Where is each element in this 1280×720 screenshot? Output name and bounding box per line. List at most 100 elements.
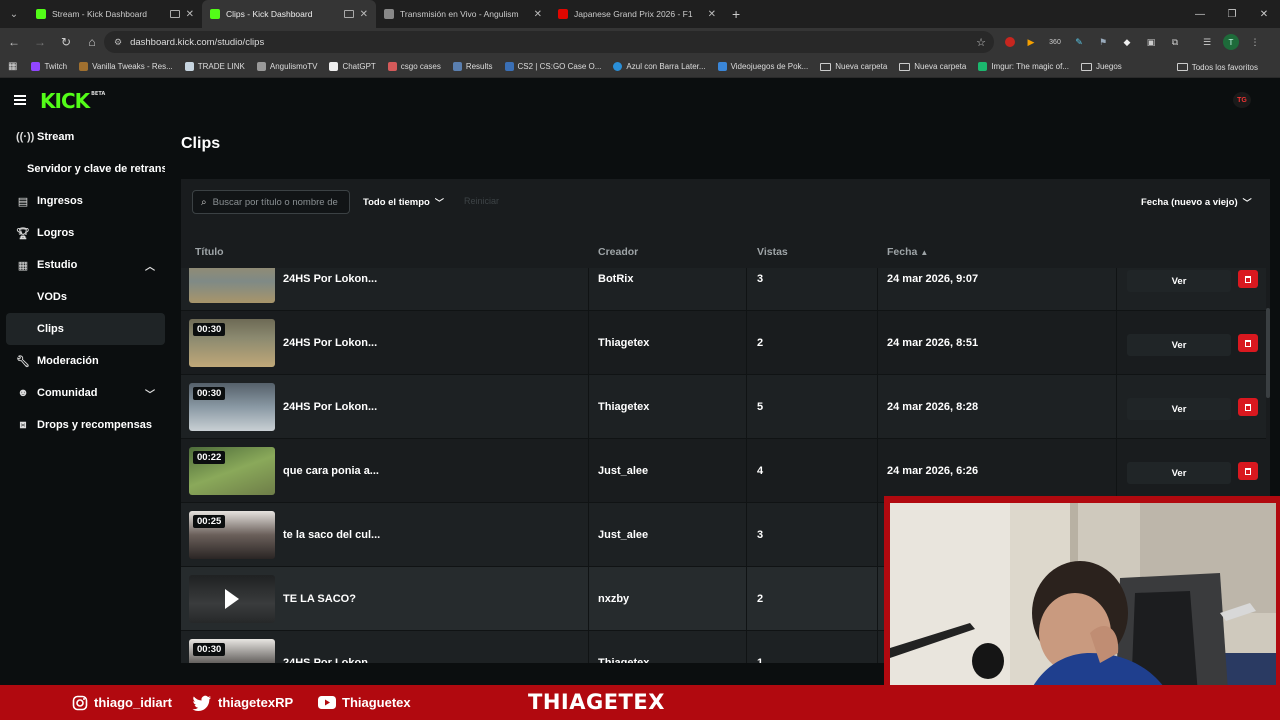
delete-button[interactable] [1238,334,1258,352]
bookmark-star-icon[interactable]: ☆ [976,36,986,49]
extension-play-icon[interactable]: ▶ [1023,34,1039,50]
clip-thumbnail[interactable] [189,268,275,303]
user-avatar[interactable]: TG [1233,92,1251,108]
reset-button[interactable]: Reiniciar [464,196,499,206]
view-button[interactable]: Ver [1127,398,1231,420]
minimize-icon[interactable]: — [1184,0,1216,28]
new-tab-icon[interactable]: + [732,6,740,22]
delete-button[interactable] [1238,270,1258,288]
sidebar-item-community[interactable]: ☻ Comunidad ﹀ [6,378,165,408]
table-row[interactable]: 00:22 que cara ponia a... Just_alee 4 24… [181,439,1266,503]
bookmark-item[interactable]: Twitch [31,62,67,71]
bookmark-item[interactable]: AngulismoTV [256,62,317,71]
profile-avatar[interactable]: T [1223,34,1239,50]
forward-icon[interactable]: → [28,35,52,49]
browser-tab[interactable]: Japanese Grand Prix 2026 - F1 ✕ [550,0,724,28]
bookmark-folder[interactable]: Nueva carpeta [820,62,887,71]
sidebar-item-moderation[interactable]: 🔧︎ Moderación [6,346,165,376]
clip-creator[interactable]: Just_alee [598,439,648,503]
reload-icon[interactable]: ↻ [54,35,78,49]
kick-favicon-icon [36,9,46,19]
restore-icon[interactable]: ❐ [1216,0,1248,28]
clip-thumbnail[interactable] [189,575,275,623]
column-title[interactable]: Título [195,235,224,269]
tab-close-icon[interactable]: ✕ [360,9,368,20]
extension-360-icon[interactable]: 360 [1047,34,1063,50]
extension-red-icon[interactable] [1005,37,1015,47]
play-icon[interactable] [225,589,239,609]
table-row[interactable]: 00:30 24HS Por Lokon... Thiagetex 2 24 m… [181,311,1266,375]
extension-dark-icon[interactable]: ▣ [1143,34,1159,50]
sidebar-item-studio[interactable]: ▦ Estudio ︿ [6,250,165,280]
extension-tool-icon[interactable]: ✎ [1071,34,1087,50]
clip-creator[interactable]: BotRix [598,268,633,311]
browser-tab-active[interactable]: Clips - Kick Dashboard ✕ [202,0,376,28]
browser-tab[interactable]: Stream - Kick Dashboard ✕ [28,0,202,28]
bookmark-item[interactable]: TRADE LINK [184,62,245,71]
clip-creator[interactable]: Thiagetex [598,375,649,439]
clip-thumbnail[interactable]: 00:30 [189,319,275,367]
extension-translate-icon[interactable]: ⚑ [1095,34,1111,50]
tab-close-icon[interactable]: ✕ [708,9,716,20]
view-button[interactable]: Ver [1127,334,1231,356]
clip-thumbnail[interactable]: 00:30 [189,383,275,431]
table-row[interactable]: 24HS Por Lokon... BotRix 3 24 mar 2026, … [181,268,1266,311]
clip-creator[interactable]: Thiagetex [598,311,649,375]
delete-button[interactable] [1238,462,1258,480]
back-icon[interactable]: ← [2,35,26,49]
clip-thumbnail[interactable]: 00:25 [189,511,275,559]
bookmark-item[interactable]: CS2 | CS:GO Case O... [504,62,601,71]
extensions-puzzle-icon[interactable]: ⧉ [1167,34,1183,50]
tab-close-icon[interactable]: ✕ [186,9,194,20]
all-bookmarks[interactable]: Todos los favoritos [1176,56,1258,78]
bookmark-item[interactable]: Videojuegos de Pok... [717,62,808,71]
reading-list-icon[interactable]: ☰ [1199,34,1215,50]
sidebar-item-drops[interactable]: ⧈ Drops y recompensas [6,410,165,440]
sidebar-item-stream[interactable]: ((·)) Stream [6,122,165,152]
search-box[interactable]: ⌕ [192,190,350,214]
sort-dropdown[interactable]: Fecha (nuevo a viejo) ﹀ [1133,190,1260,214]
menu-hamburger-icon[interactable] [14,95,26,105]
browser-tab[interactable]: Transmisión en Vivo - Angulism ✕ [376,0,550,28]
extension-diamond-icon[interactable]: ◆ [1119,34,1135,50]
browser-menu-icon[interactable]: ⋮ [1247,34,1263,50]
clip-thumbnail[interactable]: 00:22 [189,447,275,495]
search-icon: ⌕ [201,196,207,208]
time-filter-dropdown[interactable]: Todo el tiempo ﹀ [355,190,452,214]
bookmark-item[interactable]: ChatGPT [329,62,376,71]
view-button[interactable]: Ver [1127,270,1231,292]
bookmark-item[interactable]: Imgur: The magic of... [978,62,1069,71]
bookmark-item[interactable]: Vanilla Tweaks - Res... [79,62,173,71]
sidebar-item-server-key[interactable]: Servidor y clave de retransn [6,154,165,184]
close-window-icon[interactable]: ✕ [1248,0,1280,28]
clip-creator[interactable]: nxzby [598,567,629,631]
scrollbar-thumb[interactable] [1266,308,1270,398]
url-field[interactable]: ⚙ dashboard.kick.com/studio/clips ☆ [104,31,994,53]
search-input[interactable] [212,196,341,208]
apps-grid-icon[interactable]: ▦ [8,61,17,72]
clip-creator[interactable]: Thiagetex [598,631,649,663]
clip-thumbnail[interactable]: 00:30 [189,639,275,663]
sidebar-item-achievements[interactable]: 🏆︎ Logros [6,218,165,248]
sidebar-item-clips[interactable]: Clips [6,313,165,345]
column-views[interactable]: Vistas [757,235,788,269]
bookmark-folder[interactable]: Juegos [1080,62,1122,71]
sidebar-item-income[interactable]: ▤ Ingresos [6,186,165,216]
column-date[interactable]: Fecha ▲ [887,235,928,269]
table-row[interactable]: 00:30 24HS Por Lokon... Thiagetex 5 24 m… [181,375,1266,439]
delete-button[interactable] [1238,398,1258,416]
site-info-icon[interactable]: ⚙ [114,37,122,48]
clip-creator[interactable]: Just_alee [598,503,648,567]
bookmark-folder[interactable]: Nueva carpeta [899,62,966,71]
column-creator[interactable]: Creador [598,235,638,269]
tab-close-icon[interactable]: ✕ [534,9,542,20]
bookmark-item[interactable]: Results [452,62,493,71]
view-button[interactable]: Ver [1127,462,1231,484]
bookmark-item[interactable]: Azul con Barra Later... [613,62,706,71]
sidebar-item-vods[interactable]: VODs [6,282,165,312]
tab-search-icon[interactable]: ⌄ [0,0,28,28]
bookmark-item[interactable]: csgo cases [387,62,441,71]
clip-title: 24HS Por Lokon... [283,273,378,285]
home-icon[interactable]: ⌂ [80,35,104,49]
kick-logo[interactable]: KICK BETA [40,89,105,113]
